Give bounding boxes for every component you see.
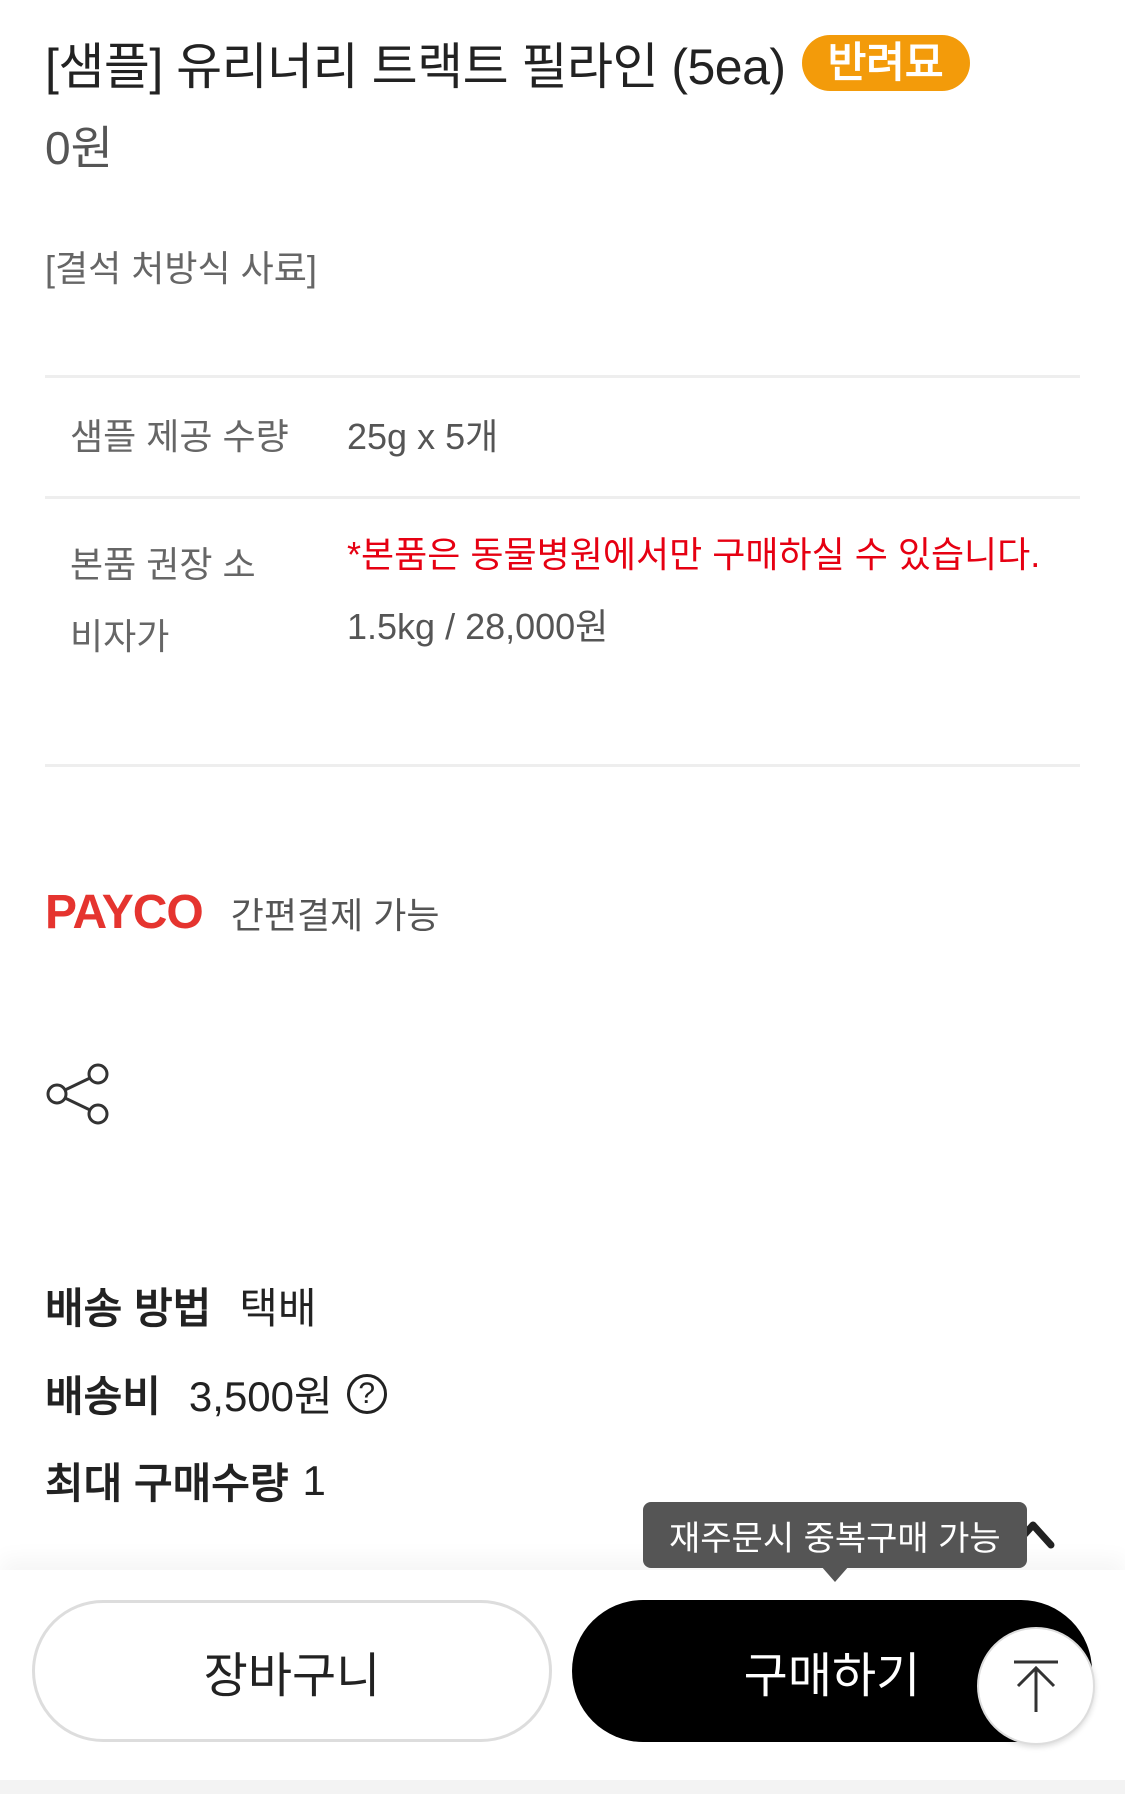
shipping-method-value: 택배 [239,1285,317,1332]
product-title: [샘플] 유리너리 트랙트 필라인 (5ea) [45,39,786,95]
retail-price: 1.5kg / 28,000원 [347,606,609,647]
payco-text: 간편결제 가능 [230,894,440,936]
tooltip-arrow [821,1566,849,1582]
payco-section: PAYCO 간편결제 가능 [45,885,439,940]
purchase-notice: *본품은 동물병원에서만 구매하실 수 있습니다. [347,534,1041,575]
scroll-to-top-button[interactable] [977,1627,1095,1745]
reorder-tooltip: 재주문시 중복구매 가능 [643,1502,1027,1568]
payco-logo: PAYCO [45,886,204,939]
shipping-fee: 배송비 3,500원 ? [45,1363,387,1424]
shipping-method-label: 배송 방법 [45,1285,212,1332]
max-quantity-value: 1 [302,1456,326,1504]
max-quantity-label: 최대 구매수량 [45,1460,289,1507]
share-icon[interactable] [45,1062,113,1126]
arrow-up-icon [1014,1660,1058,1712]
product-category: [결석 처방식 사료] [45,248,317,289]
cart-button[interactable]: 장바구니 [32,1600,552,1742]
bottom-divider [0,1780,1125,1794]
help-icon[interactable]: ? [346,1373,387,1414]
max-quantity: 최대 구매수량 1 [45,1450,326,1511]
product-price: 0원 [45,122,113,174]
info-row-sample-quantity: 샘플 제공 수량 25g x 5개 [45,375,1080,496]
info-value: 25g x 5개 [347,416,499,457]
info-label: 샘플 제공 수량 [70,416,289,457]
bottom-action-bar: 장바구니 구매하기 [0,1570,1125,1794]
info-value-group: *본품은 동물병원에서만 구매하실 수 있습니다. 1.5kg / 28,000… [347,499,1080,663]
shipping-fee-value: 3,500원 [188,1373,333,1420]
info-label: 본품 권장 소비자가 [70,544,256,657]
pet-type-badge: 반려묘 [801,35,970,91]
product-info-table: 샘플 제공 수량 25g x 5개 본품 권장 소비자가 *본품은 동물병원에서… [45,375,1080,767]
info-row-retail-price: 본품 권장 소비자가 *본품은 동물병원에서만 구매하실 수 있습니다. 1.5… [45,496,1080,767]
shipping-method: 배송 방법 택배 [45,1275,317,1336]
product-title-row: [샘플] 유리너리 트랙트 필라인 (5ea) 반려묘 [45,28,970,98]
shipping-fee-label: 배송비 [45,1373,161,1420]
